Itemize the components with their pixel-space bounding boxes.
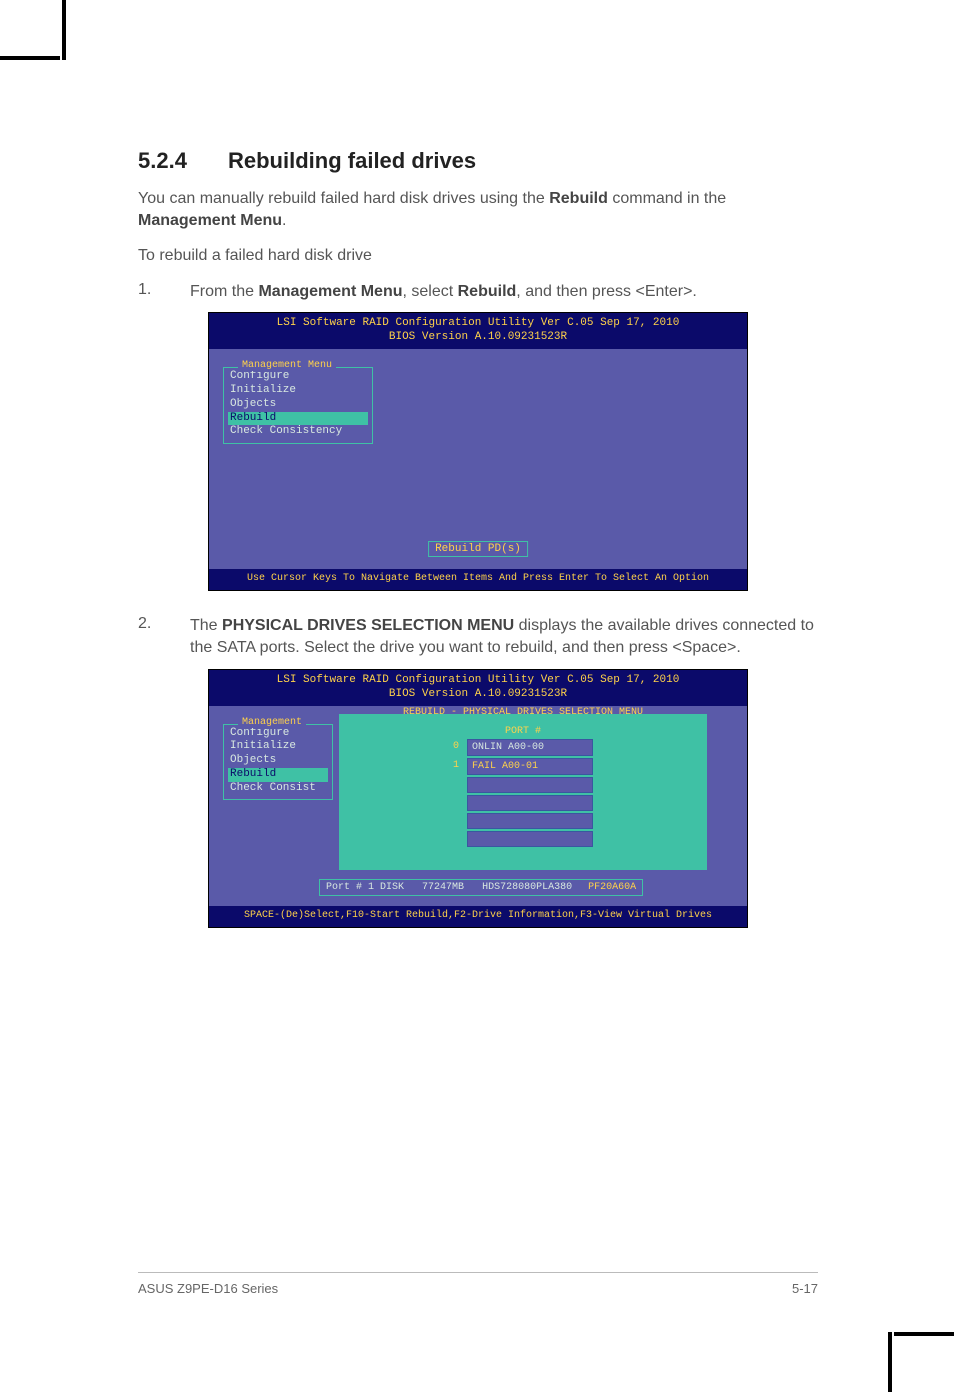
bios-body: Management Configure Initialize Objects … — [209, 706, 747, 906]
info-size: 77247MB — [422, 882, 464, 893]
bios-subtitle: BIOS Version A.10.09231523R — [209, 688, 747, 706]
step-number: 1. — [138, 281, 190, 303]
bios-subtitle: BIOS Version A.10.09231523R — [209, 331, 747, 349]
menu-item-objects[interactable]: Objects — [228, 398, 368, 412]
section-title: Rebuilding failed drives — [228, 148, 476, 173]
bios-footer: SPACE-(De)Select,F10-Start Rebuild,F2-Dr… — [209, 906, 747, 927]
drive-row-0[interactable]: 0 ONLIN A00-00 — [453, 739, 593, 756]
bios-footer: Use Cursor Keys To Navigate Between Item… — [209, 569, 747, 590]
menu-item-check[interactable]: Check Consistency — [228, 425, 368, 439]
crop-mark — [888, 1332, 892, 1392]
menu-item-rebuild[interactable]: Rebuild — [228, 768, 328, 782]
drive-row-1[interactable]: 1 FAIL A00-01 — [453, 758, 593, 775]
step-number: 2. — [138, 615, 190, 658]
menu-item-configure[interactable]: Configure — [228, 370, 368, 384]
crop-mark — [62, 0, 66, 60]
drive-cell: FAIL A00-01 — [467, 758, 593, 775]
menu-title: Management — [238, 717, 306, 728]
menu-item-rebuild[interactable]: Rebuild — [228, 412, 368, 426]
bios-screenshot-2: LSI Software RAID Configuration Utility … — [208, 669, 748, 928]
drive-column: PORT # 0 ONLIN A00-00 1 FAIL A00-01 — [453, 726, 593, 847]
intro-paragraph: You can manually rebuild failed hard dis… — [138, 188, 818, 231]
info-firmware: PF20A60A — [588, 882, 636, 893]
menu-item-configure[interactable]: Configure — [228, 727, 328, 741]
footer-left: ASUS Z9PE-D16 Series — [138, 1281, 278, 1296]
crop-mark — [894, 1332, 954, 1336]
menu-item-objects[interactable]: Objects — [228, 754, 328, 768]
drive-row-empty — [453, 813, 593, 829]
bios-screenshot-1: LSI Software RAID Configuration Utility … — [208, 312, 748, 591]
menu-item-check[interactable]: Check Consist — [228, 782, 328, 796]
lead-paragraph: To rebuild a failed hard disk drive — [138, 245, 818, 267]
info-port: Port # 1 DISK — [326, 882, 404, 893]
bios-title: LSI Software RAID Configuration Utility … — [209, 670, 747, 688]
section-number: 5.2.4 — [138, 148, 228, 174]
menu-item-initialize[interactable]: Initialize — [228, 740, 328, 754]
drive-row-empty — [453, 795, 593, 811]
step-list-2: 2. The PHYSICAL DRIVES SELECTION MENU di… — [138, 615, 818, 658]
bios-body: Management Menu Configure Initialize Obj… — [209, 349, 747, 569]
page-footer: ASUS Z9PE-D16 Series 5-17 — [138, 1272, 818, 1296]
info-model: HDS728080PLA380 — [482, 882, 572, 893]
footer-right: 5-17 — [792, 1281, 818, 1296]
management-menu: Management Configure Initialize Objects … — [223, 724, 333, 801]
step-1: 1. From the Management Menu, select Rebu… — [138, 281, 818, 303]
drive-row-empty — [453, 831, 593, 847]
drive-index: 0 — [453, 739, 467, 756]
bios-title: LSI Software RAID Configuration Utility … — [209, 313, 747, 331]
drive-info-row: Port # 1 DISK 77247MB HDS728080PLA380 PF… — [319, 879, 643, 896]
drive-row-empty — [453, 777, 593, 793]
step-list: 1. From the Management Menu, select Rebu… — [138, 281, 818, 303]
drive-cell: ONLIN A00-00 — [467, 739, 593, 756]
drive-index: 1 — [453, 758, 467, 775]
panel-title: REBUILD - PHYSICAL DRIVES SELECTION MENU — [399, 707, 647, 718]
port-header: PORT # — [453, 726, 593, 737]
step-text: The PHYSICAL DRIVES SELECTION MENU displ… — [190, 615, 818, 658]
step-2: 2. The PHYSICAL DRIVES SELECTION MENU di… — [138, 615, 818, 658]
rebuild-tag: Rebuild PD(s) — [428, 541, 528, 557]
drive-selection-panel: REBUILD - PHYSICAL DRIVES SELECTION MENU… — [339, 714, 707, 870]
step-text: From the Management Menu, select Rebuild… — [190, 281, 818, 303]
page-content: 5.2.4Rebuilding failed drives You can ma… — [138, 148, 818, 952]
management-menu: Management Menu Configure Initialize Obj… — [223, 367, 373, 444]
crop-mark — [0, 56, 60, 60]
section-heading: 5.2.4Rebuilding failed drives — [138, 148, 818, 174]
menu-item-initialize[interactable]: Initialize — [228, 384, 368, 398]
menu-title: Management Menu — [238, 360, 336, 371]
